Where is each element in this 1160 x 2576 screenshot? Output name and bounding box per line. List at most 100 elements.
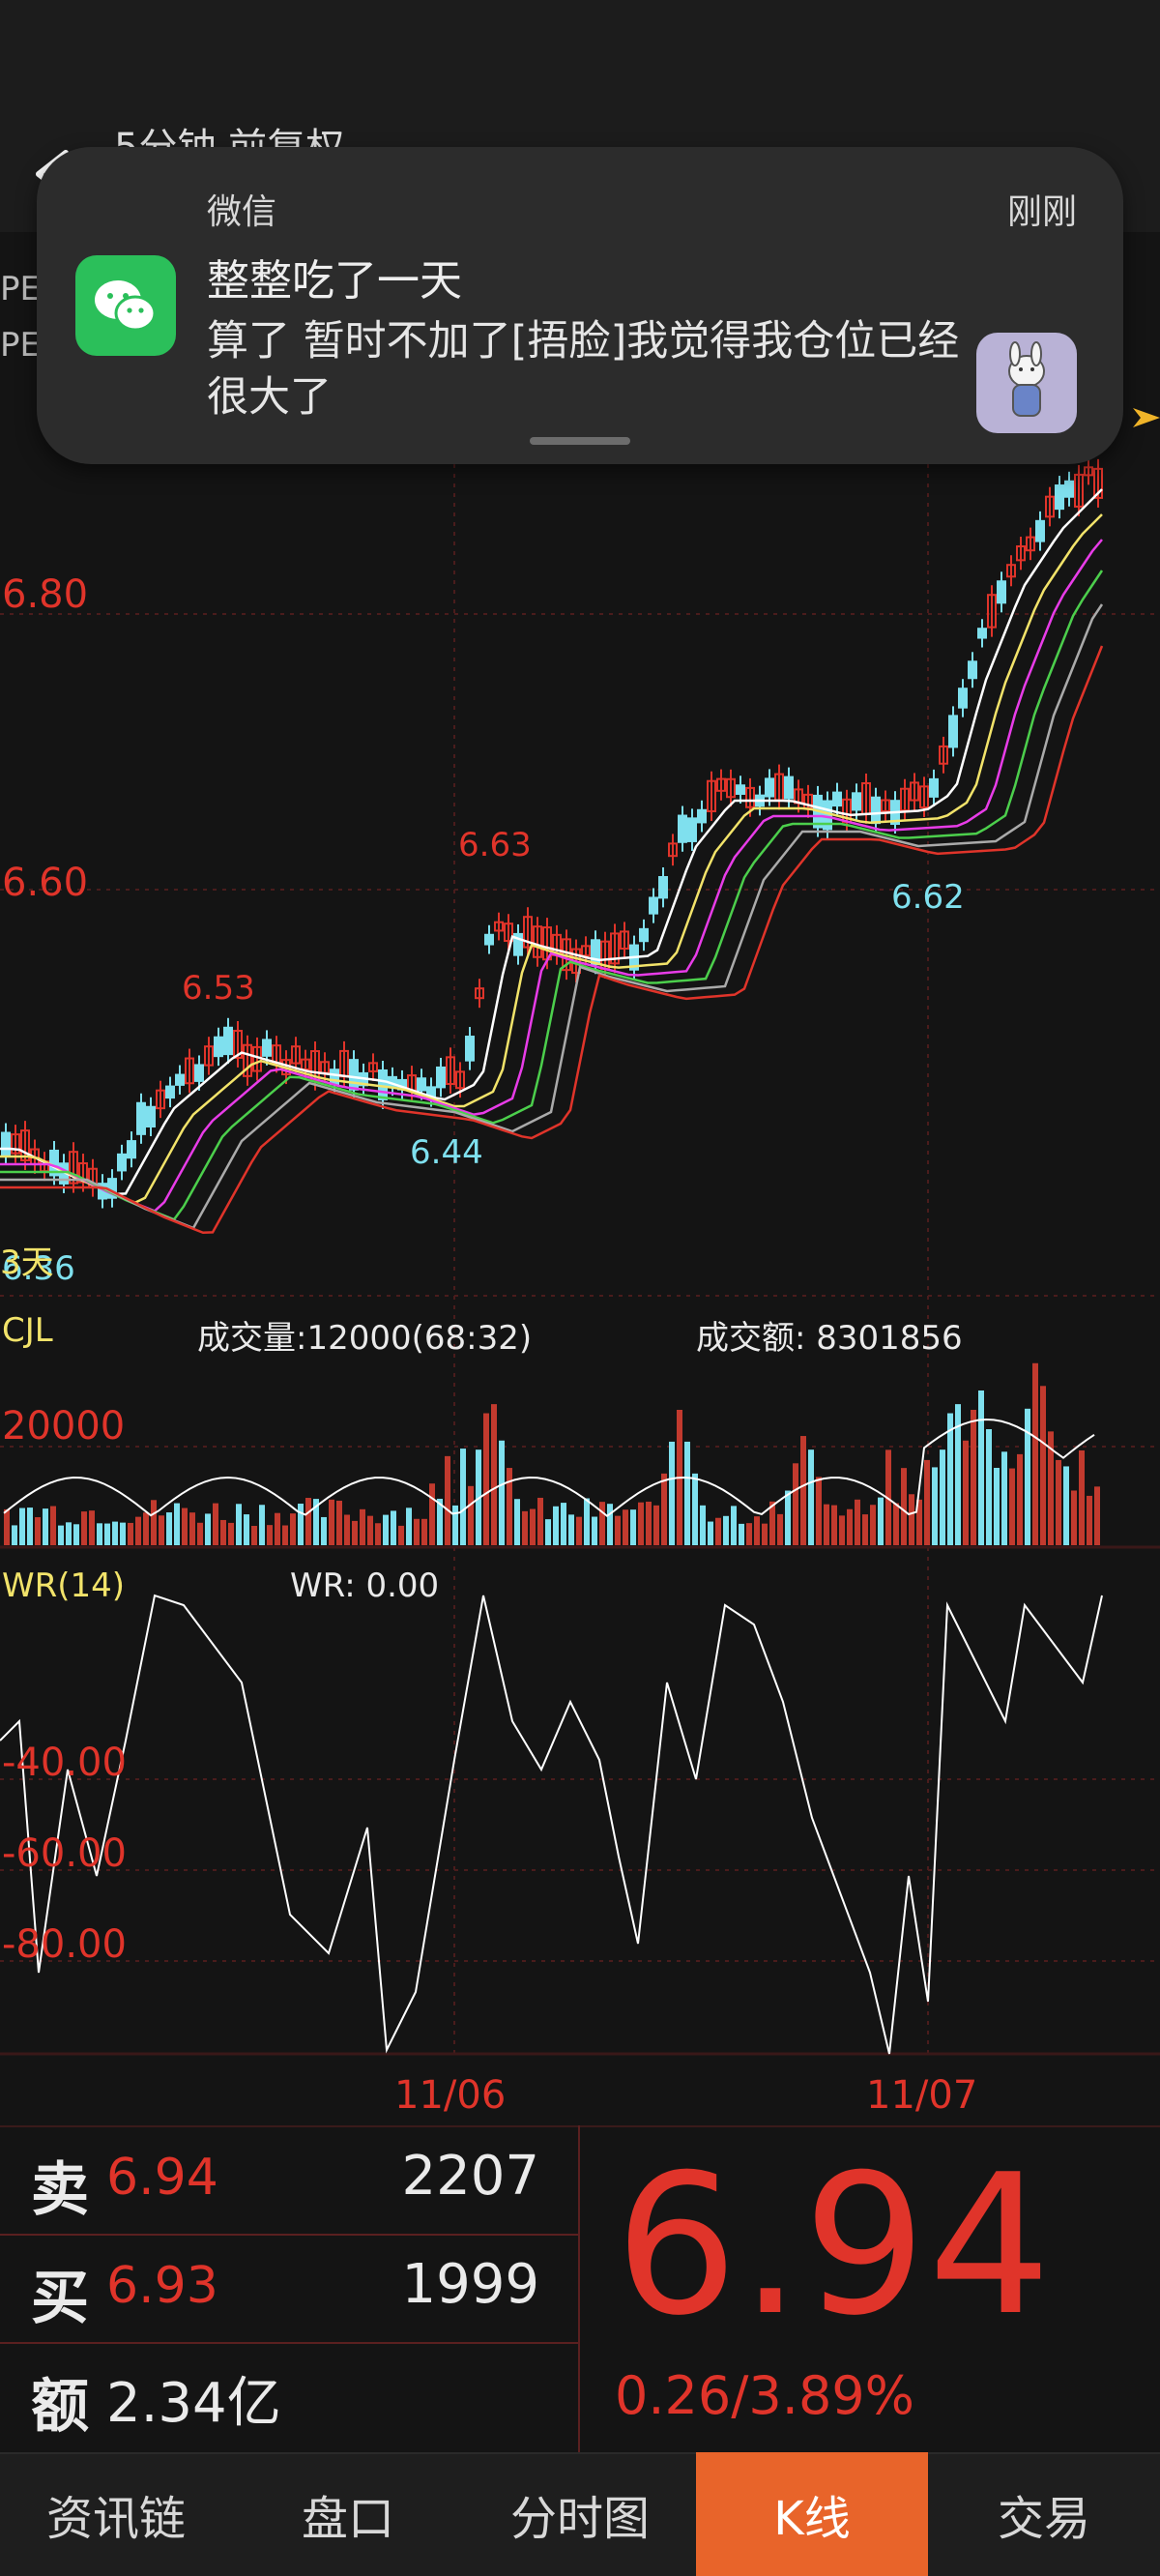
- volume-bar: [135, 1516, 141, 1545]
- volume-bar: [530, 1508, 536, 1545]
- volume-bar: [321, 1516, 327, 1545]
- volume-bar: [298, 1504, 304, 1545]
- candle-body: [968, 660, 977, 680]
- candle-body: [165, 1085, 175, 1099]
- candle-body: [136, 1101, 146, 1135]
- volume-bar: [940, 1449, 945, 1545]
- volume-bar: [816, 1477, 822, 1545]
- low-annotation: 6.62: [891, 878, 965, 917]
- moving-averages: [0, 488, 1104, 1235]
- volume-bar: [630, 1509, 636, 1545]
- volume-axis-label: 20000: [2, 1404, 126, 1449]
- wr-readout: WR: 0.00: [290, 1566, 440, 1605]
- volume-bar: [460, 1449, 466, 1545]
- volume-bar: [66, 1522, 72, 1545]
- candle-body: [736, 784, 745, 795]
- current-price-arrow-icon: [1133, 408, 1160, 427]
- volume-bar: [878, 1497, 884, 1545]
- volume-bar: [901, 1468, 907, 1545]
- volume-bar: [1009, 1468, 1015, 1545]
- volume-bar: [684, 1441, 690, 1545]
- volume-indicator-name[interactable]: CJL: [2, 1311, 53, 1350]
- volume-bar: [282, 1525, 288, 1545]
- volume-bar: [97, 1523, 102, 1545]
- tab-intraday[interactable]: 分时图: [464, 2452, 696, 2576]
- volume-bar: [638, 1502, 644, 1545]
- volume-bar: [947, 1413, 953, 1545]
- volume-bar: [182, 1508, 188, 1545]
- quote-row-divider: [0, 2234, 578, 2236]
- volume-bar: [27, 1508, 33, 1545]
- candle-body: [977, 628, 987, 639]
- wr-indicator-name[interactable]: WR(14): [2, 1566, 125, 1605]
- volume-bar: [831, 1505, 837, 1545]
- days-tag: 3天: [0, 1244, 54, 1282]
- tab-trade[interactable]: 交易: [928, 2452, 1160, 2576]
- volume-bar: [715, 1517, 721, 1545]
- volume-bar: [166, 1512, 172, 1545]
- candle-body: [997, 580, 1006, 604]
- volume-bar: [971, 1410, 976, 1545]
- volume-bar: [275, 1512, 280, 1545]
- volume-bar: [73, 1524, 79, 1545]
- candle-body: [832, 791, 842, 807]
- volume-bar: [1071, 1490, 1077, 1545]
- candle-body: [214, 1036, 223, 1058]
- candle-body: [1035, 519, 1045, 542]
- date-label: 11/06: [394, 2073, 507, 2118]
- volume-bar: [352, 1520, 358, 1545]
- wr-axis-label: -60.00: [2, 1831, 127, 1876]
- volume-ma-line: [3, 1419, 1095, 1518]
- wr-line: [0, 1594, 1103, 2055]
- tab-news-chain[interactable]: 资讯链: [0, 2452, 232, 2576]
- notification-handle[interactable]: [530, 437, 630, 445]
- volume-bar: [197, 1522, 203, 1545]
- volume-bar: [1063, 1466, 1069, 1545]
- candle-body: [871, 796, 881, 825]
- volume-bar: [336, 1500, 342, 1545]
- candle-body: [852, 792, 861, 811]
- date-label: 11/07: [866, 2073, 978, 2118]
- volume-bar: [576, 1516, 582, 1545]
- volume-bar: [360, 1508, 365, 1545]
- volume-bar: [228, 1522, 234, 1545]
- notification-app-name: 微信: [207, 192, 277, 232]
- volume-bar: [329, 1499, 334, 1545]
- wr-axis-label: -40.00: [2, 1741, 127, 1785]
- tab-order-book[interactable]: 盘口: [232, 2452, 464, 2576]
- volume-bar: [383, 1514, 389, 1545]
- candle-body: [117, 1153, 127, 1172]
- candle-body: [127, 1140, 136, 1159]
- volume-bar: [653, 1505, 659, 1545]
- volume-bar: [104, 1523, 110, 1545]
- volume-bar: [398, 1525, 404, 1545]
- volume-bar: [236, 1504, 242, 1545]
- notification-title: 整整吃了一天: [207, 256, 462, 306]
- volume-bar: [375, 1523, 381, 1545]
- candle-body: [649, 896, 658, 915]
- tab-kline[interactable]: K线: [696, 2452, 928, 2576]
- sell-volume: 2207: [401, 2145, 539, 2208]
- volume-bar: [839, 1515, 845, 1545]
- volume-bar: [978, 1390, 984, 1545]
- sender-avatar: [976, 333, 1077, 433]
- volume-bar: [213, 1503, 218, 1545]
- candle-body: [639, 927, 649, 943]
- volume-bar: [994, 1468, 1000, 1545]
- candle-body: [194, 1064, 204, 1082]
- candle-body: [330, 1068, 339, 1086]
- volume-bar: [406, 1508, 412, 1545]
- candle-body: [417, 1077, 426, 1092]
- volume-bar: [537, 1497, 543, 1545]
- candle-body: [687, 817, 697, 842]
- volume-bar: [924, 1459, 930, 1545]
- volume-bar: [19, 1508, 25, 1545]
- candle-body: [223, 1026, 233, 1056]
- volume-bar: [661, 1473, 667, 1545]
- candle-body: [765, 777, 774, 798]
- price-change: 0.26/3.89%: [615, 2365, 914, 2426]
- volume-bar: [909, 1494, 914, 1545]
- volume-bar: [143, 1512, 149, 1545]
- candle-body: [958, 688, 968, 709]
- volume-bar: [785, 1490, 791, 1545]
